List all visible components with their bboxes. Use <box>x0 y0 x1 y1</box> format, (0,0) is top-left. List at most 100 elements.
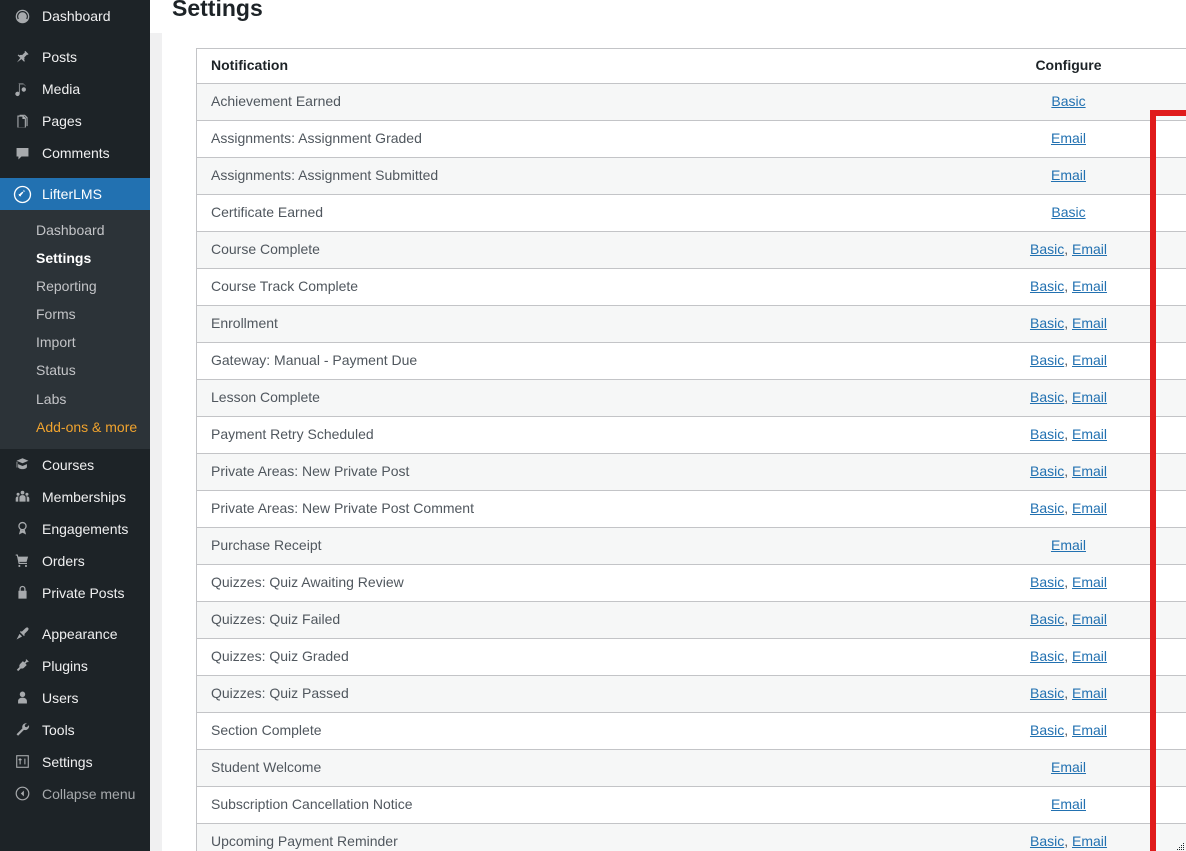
configure-link-basic[interactable]: Basic <box>1051 93 1085 109</box>
configure-link-email[interactable]: Email <box>1072 389 1107 405</box>
table-row: Quizzes: Quiz Awaiting Review Basic, Emai… <box>196 564 1186 602</box>
configure-link-email[interactable]: Email <box>1072 685 1107 701</box>
cell-extra <box>1156 194 1186 232</box>
table-head: Notification Configure <box>196 48 1186 84</box>
submenu-item-dashboard[interactable]: Dashboard <box>0 216 150 244</box>
configure-link-basic[interactable]: Basic <box>1030 426 1064 442</box>
configure-link-separator: , <box>1064 648 1072 665</box>
configure-link-email[interactable]: Email <box>1051 796 1086 812</box>
sidebar-item-media[interactable]: Media <box>0 73 150 105</box>
cell-notification-name: Section Complete <box>196 712 981 750</box>
configure-link-basic[interactable]: Basic <box>1030 685 1064 701</box>
configure-link-basic[interactable]: Basic <box>1030 500 1064 516</box>
configure-link-basic[interactable]: Basic <box>1030 315 1064 331</box>
resize-handle[interactable] <box>1173 838 1185 850</box>
table-row: Lesson Complete Basic, Email <box>196 379 1186 417</box>
cell-configure-links: Basic, Email <box>980 342 1157 380</box>
table-row: Subscription Cancellation Notice Email <box>196 786 1186 824</box>
configure-link-email[interactable]: Email <box>1072 241 1107 257</box>
configure-link-email[interactable]: Email <box>1072 611 1107 627</box>
cell-notification-name: Quizzes: Quiz Failed <box>196 601 981 639</box>
submenu-item-import[interactable]: Import <box>0 328 150 356</box>
configure-link-basic[interactable]: Basic <box>1030 463 1064 479</box>
configure-link-email[interactable]: Email <box>1051 167 1086 183</box>
sidebar-item-private-posts[interactable]: Private Posts <box>0 577 150 609</box>
sidebar-item-label: Orders <box>42 552 85 569</box>
configure-link-email[interactable]: Email <box>1072 500 1107 516</box>
sidebar-item-tools[interactable]: Tools <box>0 714 150 746</box>
lock-icon <box>10 583 34 603</box>
sidebar-item-appearance[interactable]: Appearance <box>0 618 150 650</box>
configure-link-email[interactable]: Email <box>1072 463 1107 479</box>
sidebar-item-lifterlms[interactable]: LifterLMS <box>0 178 150 210</box>
cell-notification-name: Student Welcome <box>196 749 981 787</box>
sidebar-item-dashboard[interactable]: Dashboard <box>0 0 150 32</box>
configure-link-email[interactable]: Email <box>1072 722 1107 738</box>
table-row: Quizzes: Quiz Graded Basic, Email <box>196 638 1186 676</box>
configure-link-basic[interactable]: Basic <box>1030 241 1064 257</box>
submenu-item-reporting[interactable]: Reporting <box>0 272 150 300</box>
submenu-item-settings[interactable]: Settings <box>0 244 150 272</box>
configure-link-basic[interactable]: Basic <box>1030 352 1064 368</box>
table-row: Private Areas: New Private Post Comment B… <box>196 490 1186 528</box>
sidebar-item-users[interactable]: Users <box>0 682 150 714</box>
sidebar-collapse-menu-button[interactable]: Collapse menu <box>0 778 150 810</box>
configure-link-email[interactable]: Email <box>1072 574 1107 590</box>
cell-extra <box>1156 305 1186 343</box>
configure-link-email[interactable]: Email <box>1072 352 1107 368</box>
sidebar-item-settings[interactable]: Settings <box>0 746 150 778</box>
cell-configure-links: Email <box>980 527 1157 565</box>
configure-link-basic[interactable]: Basic <box>1051 204 1085 220</box>
page-header: Settings <box>150 0 1186 33</box>
table-row: Enrollment Basic, Email <box>196 305 1186 343</box>
cell-notification-name: Course Complete <box>196 231 981 269</box>
submenu-item-status[interactable]: Status <box>0 356 150 384</box>
cart-icon <box>10 551 34 571</box>
configure-link-email[interactable]: Email <box>1072 833 1107 849</box>
configure-link-basic[interactable]: Basic <box>1030 611 1064 627</box>
submenu-item-forms[interactable]: Forms <box>0 300 150 328</box>
submenu-item-addons-and-more[interactable]: Add-ons & more <box>0 413 150 441</box>
sidebar-item-label: Pages <box>42 113 82 129</box>
cell-configure-links: Basic, Email <box>980 601 1157 639</box>
sidebar-item-orders[interactable]: Orders <box>0 545 150 577</box>
sidebar-item-memberships[interactable]: Memberships <box>0 481 150 513</box>
configure-link-separator: , <box>1064 833 1072 850</box>
configure-link-email[interactable]: Email <box>1072 648 1107 664</box>
sidebar-item-courses[interactable]: Courses <box>0 449 150 481</box>
sidebar-item-label: Tools <box>42 721 75 738</box>
cell-notification-name: Certificate Earned <box>196 194 981 232</box>
configure-link-email[interactable]: Email <box>1051 130 1086 146</box>
submenu-item-labs[interactable]: Labs <box>0 385 150 413</box>
configure-link-email[interactable]: Email <box>1051 537 1086 553</box>
sidebar-item-pages[interactable]: Pages <box>0 105 150 137</box>
cell-extra <box>1156 453 1186 491</box>
table-row: Certificate Earned Basic <box>196 194 1186 232</box>
sidebar-item-comments[interactable]: Comments <box>0 137 150 169</box>
configure-link-email[interactable]: Email <box>1072 315 1107 331</box>
configure-link-email[interactable]: Email <box>1072 278 1107 294</box>
configure-link-basic[interactable]: Basic <box>1030 833 1064 849</box>
cell-notification-name: Payment Retry Scheduled <box>196 416 981 454</box>
configure-link-basic[interactable]: Basic <box>1030 389 1064 405</box>
wrench-icon <box>10 720 34 740</box>
sidebar-item-plugins[interactable]: Plugins <box>0 650 150 682</box>
configure-link-email[interactable]: Email <box>1051 759 1086 775</box>
cell-extra <box>1156 564 1186 602</box>
configure-link-basic[interactable]: Basic <box>1030 574 1064 590</box>
cell-notification-name: Quizzes: Quiz Passed <box>196 675 981 713</box>
cell-extra <box>1156 120 1186 158</box>
sidebar-item-label: Media <box>42 81 81 97</box>
sidebar-item-engagements[interactable]: Engagements <box>0 513 150 545</box>
configure-link-basic[interactable]: Basic <box>1030 278 1064 294</box>
configure-link-basic[interactable]: Basic <box>1030 648 1064 664</box>
cell-extra <box>1156 749 1186 787</box>
cell-extra <box>1156 490 1186 528</box>
brush-icon <box>10 624 34 644</box>
table-row: Gateway: Manual - Payment Due Basic, Emai… <box>196 342 1186 380</box>
configure-link-email[interactable]: Email <box>1072 426 1107 442</box>
table-body: Achievement Earned Basic Assignments: Assi… <box>196 83 1186 851</box>
sidebar-item-posts[interactable]: Posts <box>0 41 150 73</box>
configure-link-basic[interactable]: Basic <box>1030 722 1064 738</box>
table-row: Student Welcome Email <box>196 749 1186 787</box>
